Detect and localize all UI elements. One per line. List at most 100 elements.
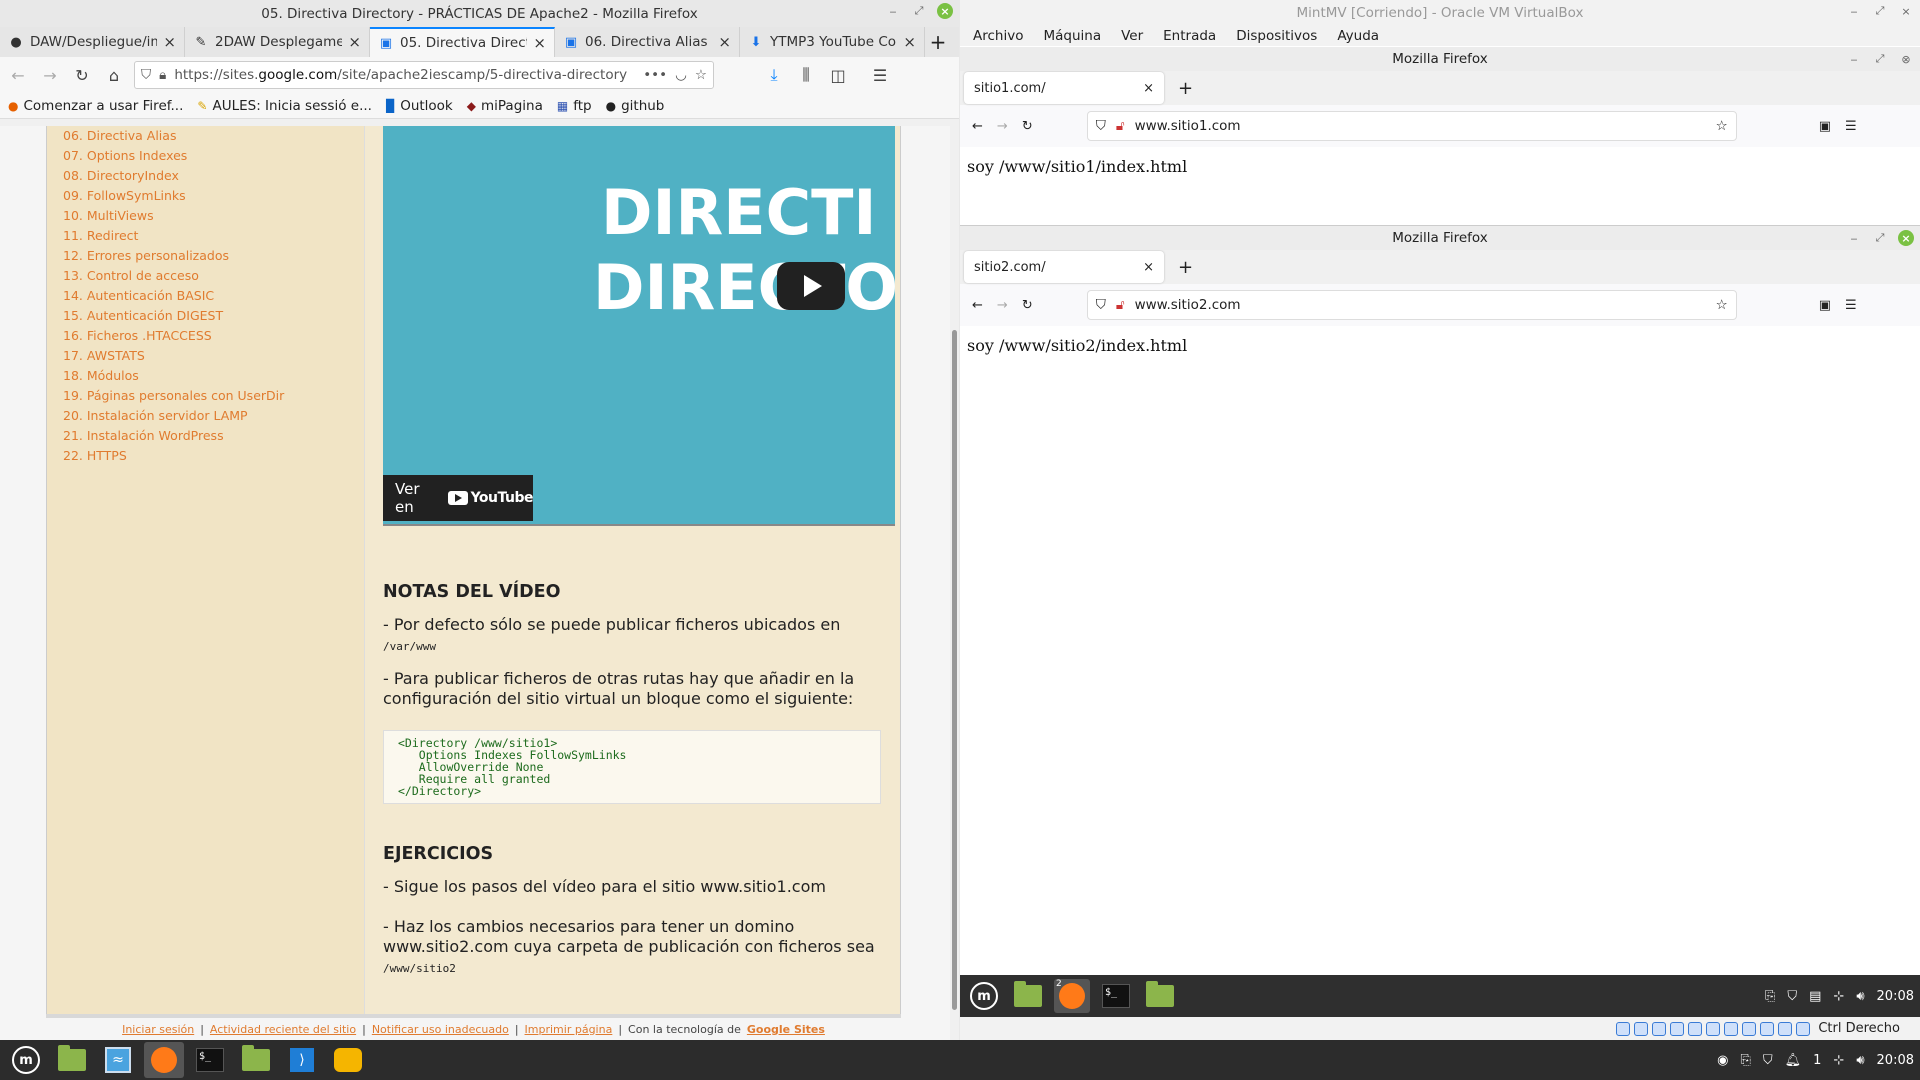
clipboard-icon[interactable]: ⎘ — [1765, 989, 1775, 1004]
close-tab-icon[interactable]: × — [533, 34, 546, 52]
sidebar-link[interactable]: 10. MultiViews — [63, 206, 364, 226]
home-icon[interactable]: ⌂ — [102, 63, 126, 87]
bookmark-aules[interactable]: ✎ AULES: Inicia sessió e... — [197, 98, 372, 114]
updates-icon[interactable]: ▤ — [1809, 989, 1821, 1004]
volume-icon[interactable]: 🔊︎ — [1856, 1053, 1864, 1068]
reload-icon[interactable]: ↻ — [70, 63, 94, 87]
minimize-icon[interactable]: ‒ — [1846, 3, 1862, 19]
menu-entrada[interactable]: Entrada — [1163, 28, 1216, 44]
bookmark-outlook[interactable]: ▉ Outlook — [386, 98, 453, 114]
close-tab-icon[interactable]: × — [1143, 260, 1154, 275]
minimize-icon[interactable]: ‒ — [1846, 230, 1862, 246]
video-embed[interactable]: DIRECTI DIRECTO Ver en YouTube — [383, 126, 895, 526]
terminal-icon[interactable]: $_ — [1098, 979, 1134, 1013]
close-tab-icon[interactable]: × — [163, 33, 176, 51]
notifications-icon[interactable]: 🔔︎ — [1785, 1053, 1802, 1068]
host-clock[interactable]: 20:08 — [1877, 1053, 1914, 1068]
maximize-icon[interactable]: ⤢ — [911, 3, 927, 19]
close-tab-icon[interactable]: × — [903, 33, 916, 51]
footer-link-activity[interactable]: Actividad reciente del sitio — [210, 1023, 356, 1036]
new-tab-button[interactable]: + — [925, 27, 951, 57]
more-actions-icon[interactable]: ••• — [643, 67, 667, 83]
eye-icon[interactable]: ◉ — [1717, 1053, 1728, 1068]
footer-link-google-sites[interactable]: Google Sites — [747, 1023, 825, 1036]
terminal-icon[interactable]: $_ — [190, 1042, 230, 1078]
network-status-icon[interactable] — [1670, 1021, 1685, 1036]
sidebar-toggle-icon[interactable]: ◫ — [826, 63, 850, 87]
shield-tray-icon[interactable]: ⛉ — [1763, 1053, 1773, 1068]
clipboard-icon[interactable]: ⎘ — [1740, 1053, 1750, 1068]
files-icon[interactable] — [52, 1042, 92, 1078]
ff1-tab[interactable]: sitio1.com/× — [964, 72, 1164, 104]
back-icon[interactable]: ← — [972, 298, 983, 313]
shield-icon[interactable]: ⛉ — [141, 67, 151, 83]
new-tab-button[interactable]: + — [1178, 257, 1193, 278]
optical-status-icon[interactable] — [1634, 1021, 1649, 1036]
extensions-icon[interactable]: ▣ — [1819, 298, 1831, 313]
mint-menu-icon[interactable]: m — [966, 979, 1002, 1013]
firefox-icon[interactable] — [144, 1042, 184, 1078]
new-tab-button[interactable]: + — [1178, 78, 1193, 99]
menu-dispositivos[interactable]: Dispositivos — [1236, 28, 1317, 44]
reload-icon[interactable]: ↻ — [1022, 298, 1033, 313]
forward-icon[interactable]: → — [997, 298, 1008, 313]
back-icon[interactable]: ← — [972, 119, 983, 134]
sidebar-link[interactable]: 19. Páginas personales con UserDir — [63, 386, 364, 406]
sidebar-link[interactable]: 14. Autenticación BASIC — [63, 286, 364, 306]
menu-ayuda[interactable]: Ayuda — [1337, 28, 1379, 44]
footer-link-login[interactable]: Iniciar sesión — [122, 1023, 194, 1036]
keyboard-status-icon[interactable] — [1796, 1021, 1811, 1036]
play-button-icon[interactable] — [777, 262, 845, 310]
virtualbox-icon[interactable] — [328, 1042, 368, 1078]
sidebar-link[interactable]: 22. HTTPS — [63, 446, 364, 466]
sidebar-link[interactable]: 21. Instalación WordPress — [63, 426, 364, 446]
volume-icon[interactable]: 🔊︎ — [1856, 989, 1864, 1004]
bookmark-mipagina[interactable]: ◆ miPagina — [467, 98, 543, 114]
forward-icon[interactable]: → — [38, 63, 62, 87]
audio-status-icon[interactable] — [1652, 1021, 1667, 1036]
sidebar-link[interactable]: 12. Errores personalizados — [63, 246, 364, 266]
bookmark-firefox[interactable]: ● Comenzar a usar Firef... — [8, 98, 183, 114]
tab-ytmp3[interactable]: ⬇ YTMP3 YouTube Con × — [740, 27, 925, 57]
extensions-icon[interactable]: ▣ — [1819, 119, 1831, 134]
folder-icon[interactable] — [1142, 979, 1178, 1013]
footer-link-print[interactable]: Imprimir página — [525, 1023, 613, 1036]
usb-status-icon[interactable] — [1688, 1021, 1703, 1036]
workspace-indicator[interactable]: 1 — [1813, 1053, 1821, 1068]
sidebar-link[interactable]: 13. Control de acceso — [63, 266, 364, 286]
tab-directiva-alias[interactable]: ▣06. Directiva Alias - P× — [555, 27, 740, 57]
maximize-icon[interactable]: ⤢ — [1872, 3, 1888, 19]
network-icon[interactable]: ⊹ — [1833, 989, 1844, 1004]
vscode-icon[interactable]: ⟩ — [282, 1042, 322, 1078]
mouse-status-icon[interactable] — [1778, 1021, 1793, 1036]
network-icon[interactable]: ⊹ — [1833, 1053, 1844, 1068]
sidebar-link[interactable]: 17. AWSTATS — [63, 346, 364, 366]
pocket-icon[interactable]: ◡ — [675, 67, 687, 83]
sidebar-link[interactable]: 18. Módulos — [63, 366, 364, 386]
bookmark-github[interactable]: ● github — [606, 98, 665, 114]
minimize-icon[interactable]: ‒ — [1846, 51, 1862, 67]
tab-daw[interactable]: ● DAW/Despliegue/im × — [0, 27, 185, 57]
menu-archivo[interactable]: Archivo — [973, 28, 1023, 44]
sidebar-link[interactable]: 09. FollowSymLinks — [63, 186, 364, 206]
sidebar-link[interactable]: 20. Instalación servidor LAMP — [63, 406, 364, 426]
close-tab-icon[interactable]: × — [1143, 81, 1154, 96]
tab-2daw[interactable]: ✎ 2DAW Desplegamen × — [185, 27, 370, 57]
bookmark-star-icon[interactable]: ☆ — [1716, 297, 1728, 313]
bookmark-star-icon[interactable]: ☆ — [1716, 118, 1728, 134]
maximize-icon[interactable]: ⤢ — [1872, 51, 1888, 67]
sidebar-link[interactable]: 16. Ficheros .HTACCESS — [63, 326, 364, 346]
hamburger-menu-icon[interactable]: ☰ — [1845, 298, 1857, 313]
hamburger-menu-icon[interactable]: ☰ — [1845, 119, 1857, 134]
close-window-icon[interactable]: × — [1898, 3, 1914, 19]
library-icon[interactable]: ⫼ — [794, 63, 818, 87]
minimize-icon[interactable]: ‒ — [885, 3, 901, 19]
forward-icon[interactable]: → — [997, 119, 1008, 134]
sidebar-link[interactable]: 11. Redirect — [63, 226, 364, 246]
shared-folders-status-icon[interactable] — [1706, 1021, 1721, 1036]
hamburger-menu-icon[interactable]: ☰ — [868, 63, 892, 87]
tab-directiva-directory[interactable]: ▣ 05. Directiva Directo × — [370, 27, 555, 57]
menu-maquina[interactable]: Máquina — [1043, 28, 1101, 44]
reload-icon[interactable]: ↻ — [1022, 119, 1033, 134]
maximize-icon[interactable]: ⤢ — [1872, 230, 1888, 246]
